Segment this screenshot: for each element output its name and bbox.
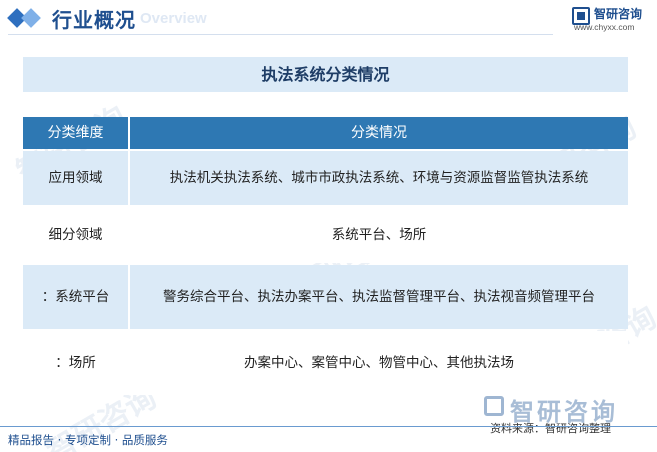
logo-name: 智研咨询 [594,7,643,21]
footer-slogan: 精品报告 · 专项定制 · 品质服务 [8,433,168,447]
brand-logo: 智研咨询 www.chyxx.com [572,5,652,32]
table-row: 细分领域 系统平台、场所 [23,207,628,263]
table-row: 应用领域 执法机关执法系统、城市市政执法系统、环境与资源监督监管执法系统 [23,151,628,205]
column-header-detail: 分类情况 [130,117,628,149]
diamond-icon [7,8,44,28]
column-header-dimension: 分类维度 [23,117,128,149]
logo-icon [484,396,504,416]
row-dimension: 细分领域 [23,207,128,263]
row-dimension: ：系统平台 [23,265,128,329]
classification-table: 分类维度 分类情况 应用领域 执法机关执法系统、城市市政执法系统、环境与资源监督… [23,117,628,397]
row-detail: 警务综合平台、执法办案平台、执法监督管理平台、执法视音频管理平台 [130,265,628,329]
row-detail: 系统平台、场所 [130,207,628,263]
source-note: 资料来源：智研咨询整理 [490,422,611,435]
table-row: ：系统平台 警务综合平台、执法办案平台、执法监督管理平台、执法视音频管理平台 [23,265,628,329]
row-detail: 执法机关执法系统、城市市政执法系统、环境与资源监督监管执法系统 [130,151,628,205]
footer-divider [0,426,657,427]
header-divider [8,34,553,35]
row-dimension: ：场所 [23,331,128,395]
row-dimension: 应用领域 [23,151,128,205]
section-subtitle: Overview [140,10,207,27]
row-detail: 办案中心、案管中心、物管中心、其他执法场 [130,331,628,395]
table-title: 执法系统分类情况 [261,65,390,84]
page-header: 行业概况 Overview 智研咨询 www.chyxx.com [0,0,657,36]
table-header-row: 分类维度 分类情况 [23,117,628,149]
logo-url: www.chyxx.com [574,22,635,32]
section-title: 行业概况 [52,8,136,32]
table-title-bar: 执法系统分类情况 [23,57,628,92]
table-row: ：场所 办案中心、案管中心、物管中心、其他执法场 [23,331,628,395]
